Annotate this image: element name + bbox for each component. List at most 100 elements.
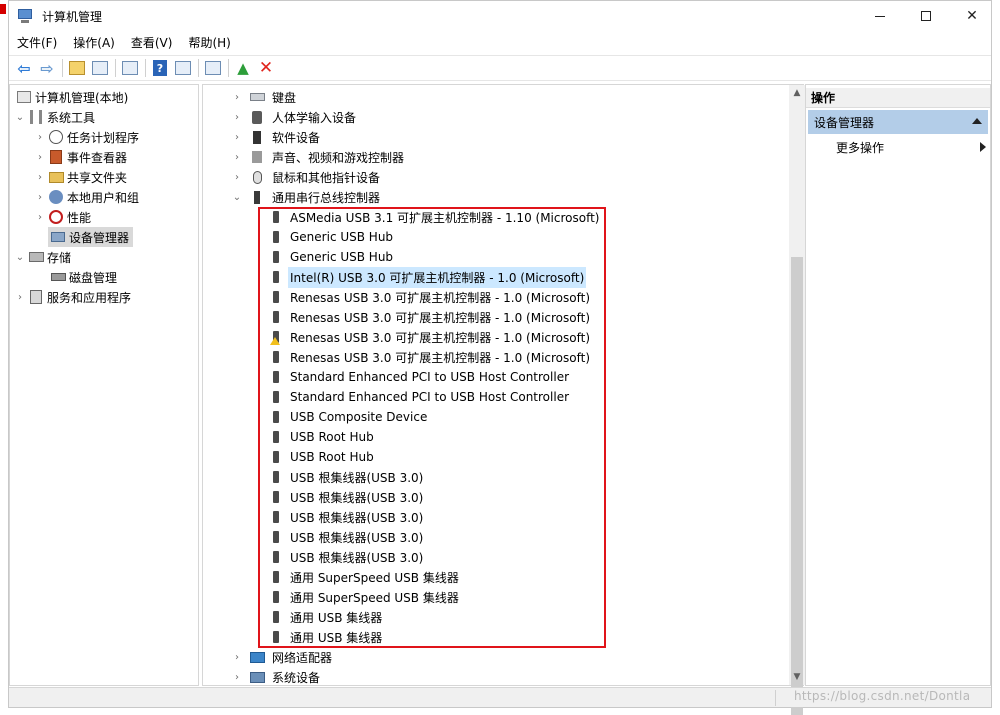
usb-device-item[interactable]: 通用 USB 集线器 bbox=[270, 607, 384, 627]
menu-file[interactable]: 文件(F) bbox=[9, 32, 65, 54]
actions-section-device-manager[interactable]: 设备管理器 bbox=[808, 110, 988, 134]
tree-item-storage[interactable]: ⌄ 存储 bbox=[14, 247, 71, 267]
tree-item-disk-management[interactable]: 磁盘管理 bbox=[48, 267, 117, 287]
more-actions-item[interactable]: 更多操作 bbox=[836, 137, 986, 157]
action-pane-button[interactable] bbox=[172, 58, 194, 78]
title-bar[interactable]: 计算机管理 ✕ bbox=[9, 1, 991, 31]
device-category-sound[interactable]: › 声音、视频和游戏控制器 bbox=[231, 147, 406, 167]
usb-device-item[interactable]: USB 根集线器(USB 3.0) bbox=[270, 487, 425, 507]
usb-device-item[interactable]: USB 根集线器(USB 3.0) bbox=[270, 507, 425, 527]
usb-device-item[interactable]: USB Root Hub bbox=[270, 447, 376, 467]
usb-device-item[interactable]: Standard Enhanced PCI to USB Host Contro… bbox=[270, 387, 571, 407]
usb-device-item[interactable]: Generic USB Hub bbox=[270, 247, 395, 267]
usb-device-item[interactable]: Renesas USB 3.0 可扩展主机控制器 - 1.0 (Microsof… bbox=[270, 327, 592, 347]
usb-device-item[interactable]: Intel(R) USB 3.0 可扩展主机控制器 - 1.0 (Microso… bbox=[270, 266, 587, 288]
collapsed-chevron-icon[interactable]: › bbox=[34, 152, 46, 163]
collapsed-chevron-icon[interactable]: › bbox=[231, 112, 243, 123]
collapsed-chevron-icon[interactable]: › bbox=[34, 132, 46, 143]
usb-device-item[interactable]: 通用 USB 集线器 bbox=[270, 627, 384, 647]
tree-item-system-tools[interactable]: ⌄ 系统工具 bbox=[14, 107, 95, 127]
usb-device-item[interactable]: Renesas USB 3.0 可扩展主机控制器 - 1.0 (Microsof… bbox=[270, 287, 592, 307]
device-category-software[interactable]: › 软件设备 bbox=[231, 127, 322, 147]
up-level-button[interactable] bbox=[66, 58, 88, 78]
collapsed-chevron-icon[interactable]: › bbox=[14, 292, 26, 303]
expanded-chevron-icon[interactable]: ⌄ bbox=[231, 192, 243, 203]
usb-device-item[interactable]: Renesas USB 3.0 可扩展主机控制器 - 1.0 (Microsof… bbox=[270, 307, 592, 327]
usb-device-item[interactable]: Renesas USB 3.0 可扩展主机控制器 - 1.0 (Microsof… bbox=[270, 347, 592, 367]
more-actions-label: 更多操作 bbox=[836, 140, 885, 155]
scroll-down-icon[interactable]: ▼ bbox=[789, 669, 805, 685]
scroll-up-icon[interactable]: ▲ bbox=[789, 85, 805, 101]
usb-device-item[interactable]: USB Root Hub bbox=[270, 427, 376, 447]
expanded-chevron-icon[interactable]: ⌄ bbox=[14, 252, 26, 263]
usb-device-label: Renesas USB 3.0 可扩展主机控制器 - 1.0 (Microsof… bbox=[290, 290, 591, 305]
usb-device-item[interactable]: USB 根集线器(USB 3.0) bbox=[270, 527, 425, 547]
collapsed-chevron-icon[interactable]: › bbox=[231, 152, 243, 163]
expanded-chevron-icon[interactable]: ⌄ bbox=[14, 112, 26, 123]
actions-section-label: 设备管理器 bbox=[814, 115, 875, 130]
tree-item-event-viewer[interactable]: › 事件查看器 bbox=[34, 147, 127, 167]
usb-device-item[interactable]: ASMedia USB 3.1 可扩展主机控制器 - 1.10 (Microso… bbox=[270, 207, 602, 227]
forward-button[interactable]: ⇨ bbox=[36, 58, 58, 78]
usb-device-item[interactable]: 通用 SuperSpeed USB 集线器 bbox=[270, 567, 461, 587]
tree-item-task-scheduler[interactable]: › 任务计划程序 bbox=[34, 127, 139, 147]
tree-item-computer-management[interactable]: 计算机管理(本地) bbox=[14, 87, 128, 107]
collapsed-chevron-icon[interactable]: › bbox=[34, 172, 46, 183]
uninstall-button[interactable]: ✕ bbox=[255, 58, 277, 78]
usb-device-icon bbox=[270, 369, 282, 385]
device-category-label: 键盘 bbox=[272, 90, 297, 105]
tree-item-performance[interactable]: › 性能 bbox=[34, 207, 91, 227]
usb-device-label: USB 根集线器(USB 3.0) bbox=[290, 530, 424, 545]
device-category-system[interactable]: › 系统设备 bbox=[231, 667, 322, 685]
clock-icon bbox=[48, 129, 64, 145]
update-driver-button[interactable]: ▲ bbox=[232, 58, 254, 78]
device-category-mouse[interactable]: › 鼠标和其他指针设备 bbox=[231, 167, 382, 187]
maximize-button[interactable] bbox=[903, 1, 949, 31]
device-category-network[interactable]: › 网络适配器 bbox=[231, 647, 334, 667]
tree-item-device-manager[interactable]: 设备管理器 bbox=[48, 227, 134, 247]
device-tree-scrollbar[interactable]: ▲ ▼ bbox=[789, 85, 805, 715]
menu-help[interactable]: 帮助(H) bbox=[180, 32, 238, 54]
device-category-hid[interactable]: › 人体学输入设备 bbox=[231, 107, 358, 127]
device-category-label: 鼠标和其他指针设备 bbox=[272, 170, 381, 185]
tree-item-label: 磁盘管理 bbox=[69, 270, 118, 285]
minimize-button[interactable] bbox=[857, 1, 903, 31]
device-category-usb-controllers[interactable]: ⌄ 通用串行总线控制器 bbox=[231, 187, 382, 207]
toolbar-separator bbox=[198, 59, 199, 77]
usb-device-item[interactable]: Standard Enhanced PCI to USB Host Contro… bbox=[270, 367, 571, 387]
uninstall-icon: ✕ bbox=[258, 58, 274, 78]
collapsed-chevron-icon[interactable]: › bbox=[34, 212, 46, 223]
usb-device-item[interactable]: USB Composite Device bbox=[270, 407, 429, 427]
menu-action[interactable]: 操作(A) bbox=[65, 32, 123, 54]
collapsed-chevron-icon[interactable]: › bbox=[231, 672, 243, 683]
scan-hardware-button[interactable] bbox=[202, 58, 224, 78]
collapsed-chevron-icon[interactable]: › bbox=[34, 192, 46, 203]
device-category-label: 人体学输入设备 bbox=[272, 110, 357, 125]
usb-device-item[interactable]: USB 根集线器(USB 3.0) bbox=[270, 467, 425, 487]
services-icon bbox=[28, 289, 44, 305]
computer-icon bbox=[16, 89, 32, 105]
collapsed-chevron-icon[interactable]: › bbox=[231, 92, 243, 103]
collapse-triangle-icon[interactable] bbox=[972, 118, 982, 124]
tree-item-services-applications[interactable]: › 服务和应用程序 bbox=[14, 287, 131, 307]
show-hide-tree-button[interactable] bbox=[89, 58, 111, 78]
usb-device-item[interactable]: USB 根集线器(USB 3.0) bbox=[270, 547, 425, 567]
tree-item-shared-folders[interactable]: › 共享文件夹 bbox=[34, 167, 127, 187]
device-category-label: 通用串行总线控制器 bbox=[272, 190, 381, 205]
usb-device-icon bbox=[270, 489, 282, 505]
menu-view[interactable]: 查看(V) bbox=[123, 32, 181, 54]
device-category-keyboard[interactable]: › 键盘 bbox=[231, 87, 298, 107]
back-button[interactable]: ⇦ bbox=[13, 58, 35, 78]
usb-device-item[interactable]: Generic USB Hub bbox=[270, 227, 395, 247]
usb-device-item[interactable]: 通用 SuperSpeed USB 集线器 bbox=[270, 587, 461, 607]
collapsed-chevron-icon[interactable]: › bbox=[231, 132, 243, 143]
scrollbar-thumb[interactable] bbox=[791, 257, 803, 715]
properties-button[interactable] bbox=[119, 58, 141, 78]
help-button[interactable]: ? bbox=[149, 58, 171, 78]
collapsed-chevron-icon[interactable]: › bbox=[231, 172, 243, 183]
device-manager-icon bbox=[50, 229, 66, 245]
collapsed-chevron-icon[interactable]: › bbox=[231, 652, 243, 663]
menu-bar: 文件(F) 操作(A) 查看(V) 帮助(H) bbox=[9, 32, 239, 54]
tree-item-local-users[interactable]: › 本地用户和组 bbox=[34, 187, 139, 207]
close-button[interactable]: ✕ bbox=[949, 1, 995, 31]
